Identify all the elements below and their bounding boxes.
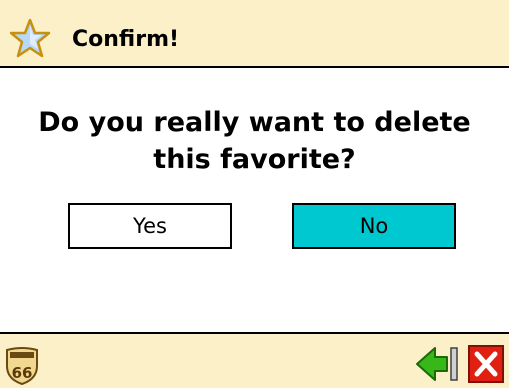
no-button[interactable]: No <box>292 203 456 249</box>
back-arrow-icon[interactable] <box>413 344 461 384</box>
bottom-bar: 66 <box>0 332 509 388</box>
star-icon <box>9 18 51 58</box>
dialog-title: Confirm! <box>72 27 180 52</box>
yes-button-label: Yes <box>133 214 167 238</box>
confirmation-message: Do you really want to delete this favori… <box>38 107 471 175</box>
no-button-label: No <box>359 214 389 238</box>
title-bar: Confirm! <box>0 0 509 68</box>
close-icon[interactable] <box>467 344 505 384</box>
confirm-dialog: Confirm! Do you really want to delete th… <box>0 0 509 388</box>
yes-button[interactable]: Yes <box>68 203 232 249</box>
logo-number: 66 <box>12 364 33 382</box>
route-66-shield-icon[interactable]: 66 <box>4 346 40 386</box>
